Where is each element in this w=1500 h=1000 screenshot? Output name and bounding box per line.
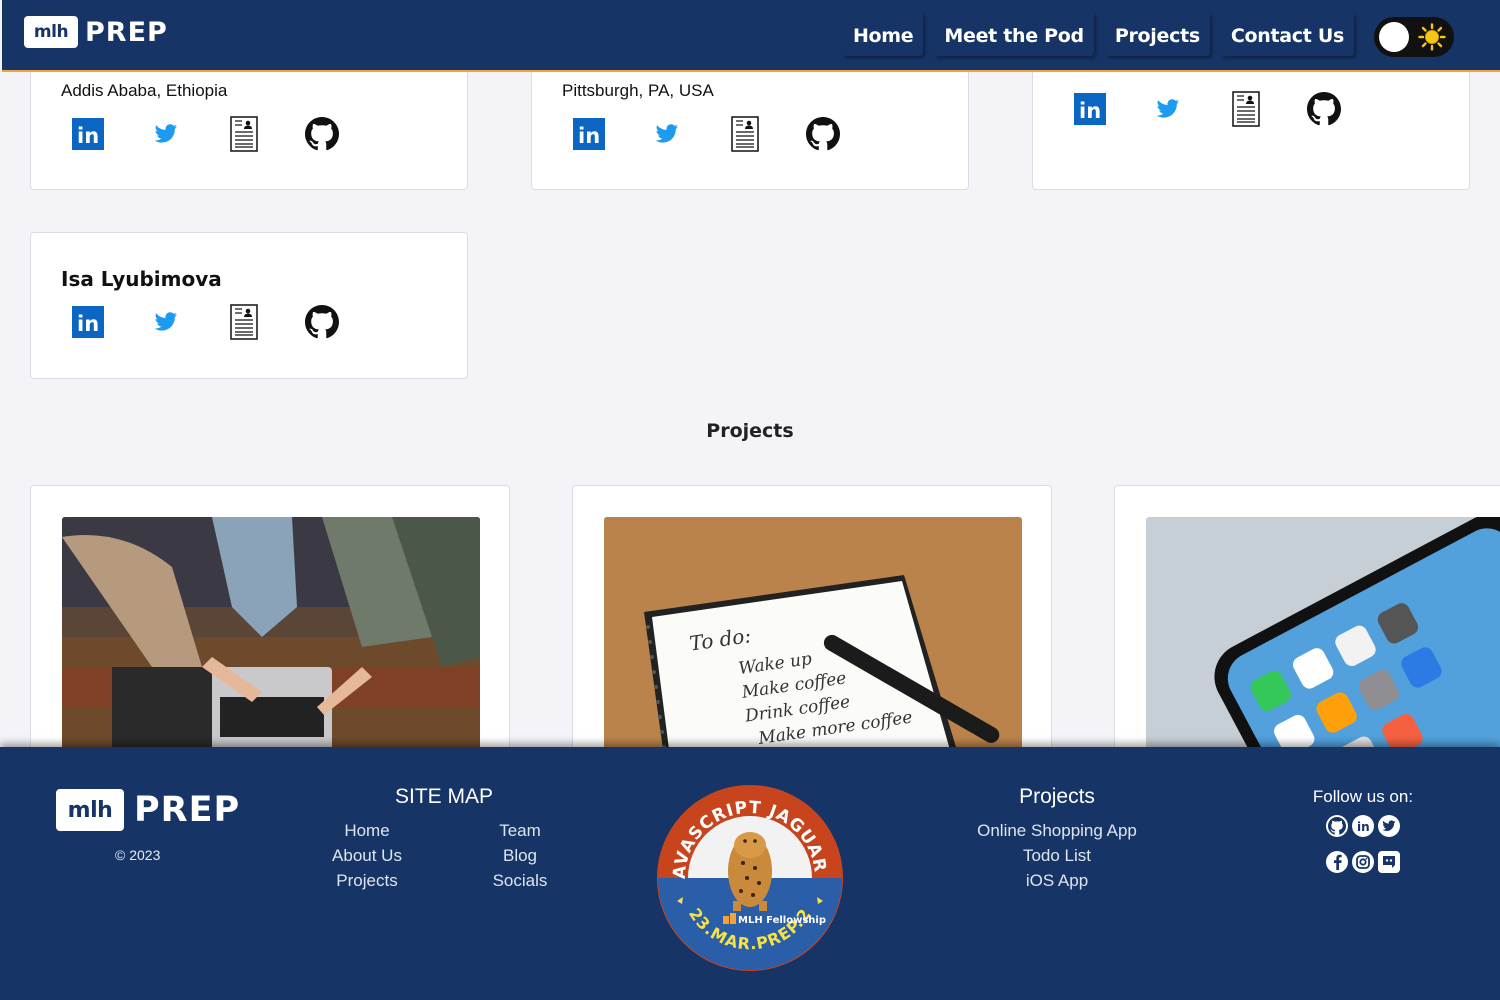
footer-project-link[interactable]: Online Shopping App: [937, 818, 1177, 843]
mlh-logo-mark: mlh: [56, 789, 124, 831]
footer-link-socials[interactable]: Socials: [470, 868, 570, 893]
iphone-homescreen-photo: [1146, 517, 1500, 757]
resume-icon[interactable]: [1229, 91, 1263, 127]
logo-text: PREP: [134, 790, 241, 830]
footer-logo[interactable]: mlh PREP: [56, 789, 240, 831]
member-name: Isa Lyubimova: [61, 267, 222, 291]
footer-link-home[interactable]: Home: [317, 818, 417, 843]
navbar: mlh PREP Home Meet the Pod Projects Cont…: [2, 0, 1500, 72]
svg-text:in: in: [77, 124, 99, 148]
social-row: [1295, 851, 1431, 873]
footer-projects-list: Online Shopping App Todo List iOS App: [937, 818, 1177, 893]
resume-icon[interactable]: [227, 304, 261, 340]
badge-center-label: MLH Fellowship: [738, 915, 826, 926]
nav-link-contact-us[interactable]: Contact Us: [1221, 12, 1354, 56]
project-card[interactable]: [30, 485, 510, 765]
footer-project-link[interactable]: iOS App: [937, 868, 1177, 893]
nav-links: Home Meet the Pod Projects Contact Us: [832, 12, 1354, 56]
footer-link-team[interactable]: Team: [470, 818, 570, 843]
sun-icon: [1418, 23, 1446, 51]
github-icon[interactable]: [1307, 92, 1341, 126]
member-location: Addis Ababa, Ethiopia: [61, 81, 228, 100]
facebook-icon[interactable]: [1326, 851, 1348, 873]
footer-projects-title: Projects: [1019, 785, 1095, 808]
copyright: © 2023: [115, 847, 161, 863]
twitter-icon[interactable]: [149, 117, 183, 151]
twitter-icon[interactable]: [650, 117, 684, 151]
mlh-logo-mark: mlh: [24, 16, 78, 48]
toggle-knob: [1379, 22, 1409, 52]
site-logo[interactable]: mlh PREP: [24, 16, 168, 48]
project-card[interactable]: [1114, 485, 1500, 765]
resume-icon[interactable]: [227, 116, 261, 152]
sitemap-col-1: Home About Us Projects: [317, 818, 417, 893]
nav-link-projects[interactable]: Projects: [1105, 12, 1210, 56]
svg-text:in: in: [77, 312, 99, 336]
sitemap-col-2: Team Blog Socials: [470, 818, 570, 893]
footer-link-blog[interactable]: Blog: [470, 843, 570, 868]
footer-link-about-us[interactable]: About Us: [317, 843, 417, 868]
theme-toggle[interactable]: [1374, 17, 1454, 57]
member-links: in: [71, 116, 383, 152]
follow-us: Follow us on: in: [1295, 787, 1431, 873]
linkedin-icon[interactable]: in: [572, 117, 606, 151]
footer: mlh PREP © 2023 SITE MAP Home About Us P…: [0, 747, 1500, 1000]
project-card[interactable]: To do: Wake up Make coffee Drink coffee …: [572, 485, 1052, 765]
github-icon[interactable]: [305, 117, 339, 151]
linkedin-icon[interactable]: in: [71, 117, 105, 151]
twitter-icon[interactable]: [1378, 815, 1400, 837]
linkedin-icon[interactable]: in: [71, 305, 105, 339]
linkedin-icon[interactable]: in: [1352, 815, 1374, 837]
instagram-icon[interactable]: [1352, 851, 1374, 873]
svg-text:in: in: [578, 124, 600, 148]
sitemap-title: SITE MAP: [394, 785, 494, 808]
linkedin-icon[interactable]: in: [1073, 92, 1107, 126]
github-icon[interactable]: [305, 305, 339, 339]
member-links: in: [1073, 91, 1385, 127]
nav-link-home[interactable]: Home: [843, 12, 923, 56]
footer-project-link[interactable]: Todo List: [937, 843, 1177, 868]
member-location: Pittsburgh, PA, USA: [562, 81, 714, 100]
team-laptop-photo: [62, 517, 480, 757]
github-icon[interactable]: [1326, 815, 1348, 837]
resume-icon[interactable]: [728, 116, 762, 152]
member-links: in: [71, 304, 383, 340]
footer-link-projects[interactable]: Projects: [317, 868, 417, 893]
logo-text: PREP: [85, 16, 168, 48]
member-links: in: [572, 116, 884, 152]
social-row: in: [1295, 815, 1431, 837]
twitter-icon[interactable]: [149, 305, 183, 339]
team-card: Isa Lyubimova in: [30, 232, 468, 379]
nav-link-meet-the-pod[interactable]: Meet the Pod: [934, 12, 1093, 56]
projects-section-title: Projects: [706, 420, 794, 442]
svg-text:in: in: [1079, 99, 1101, 123]
follow-title: Follow us on:: [1312, 787, 1414, 806]
todo-notebook-photo: To do: Wake up Make coffee Drink coffee …: [604, 517, 1022, 757]
discord-icon[interactable]: [1378, 851, 1400, 873]
pod-badge: JAVASCRIPT JAGUARS 23.MAR.PREP.2 MLH Fel…: [655, 783, 843, 971]
github-icon[interactable]: [806, 117, 840, 151]
twitter-icon[interactable]: [1151, 92, 1185, 126]
svg-text:in: in: [1357, 820, 1370, 833]
